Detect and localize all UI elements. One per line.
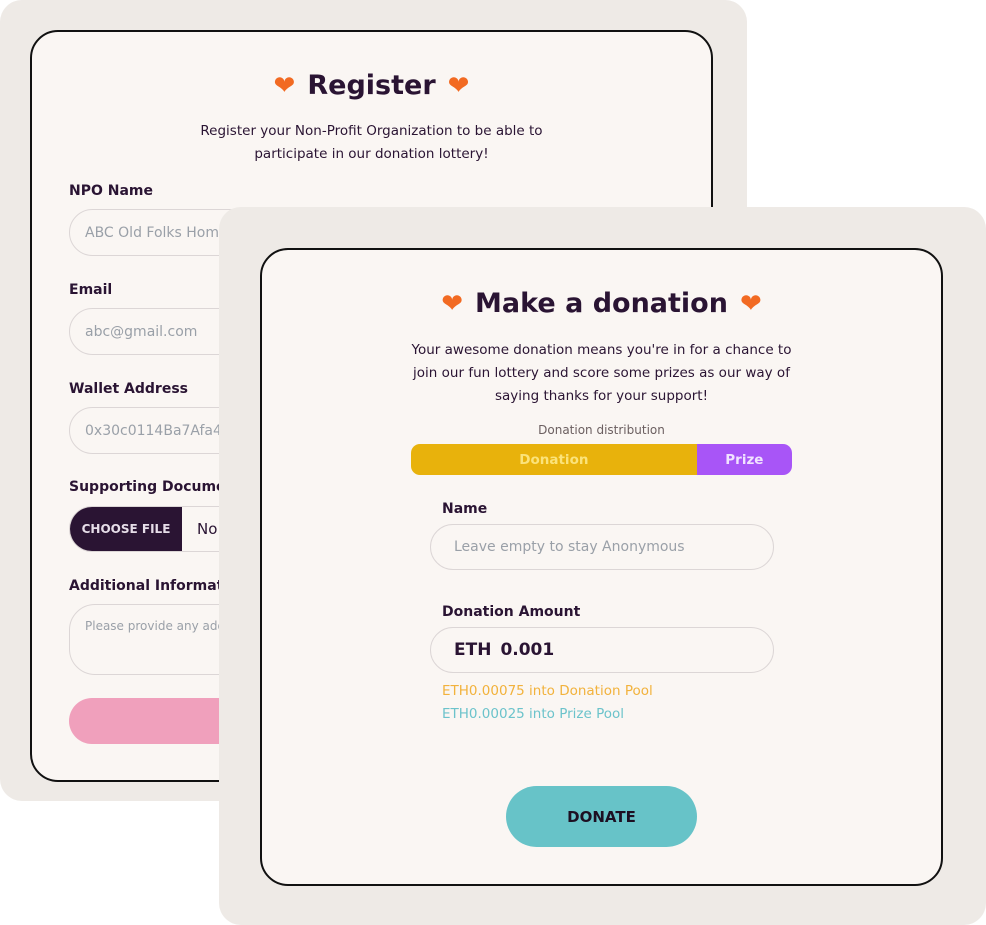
amount-label: Donation Amount xyxy=(442,604,581,620)
register-title-text: Register xyxy=(307,70,436,101)
npo-name-label: NPO Name xyxy=(69,183,153,199)
donation-title: ❤ Make a donation ❤ xyxy=(262,288,941,319)
email-label: Email xyxy=(69,282,113,298)
distribution-donation-segment: Donation xyxy=(411,444,697,475)
donation-title-text: Make a donation xyxy=(475,288,728,319)
register-title: ❤ Register ❤ xyxy=(32,70,711,101)
amount-value[interactable]: 0.001 xyxy=(500,640,554,660)
register-subtitle: Register your Non-Profit Organization to… xyxy=(200,123,543,162)
heart-icon: ❤ xyxy=(441,288,464,319)
distribution-prize-segment: Prize xyxy=(696,444,792,475)
donate-button[interactable]: DONATE xyxy=(506,786,697,847)
heart-icon: ❤ xyxy=(739,288,762,319)
name-label: Name xyxy=(442,501,488,517)
distribution-caption: Donation distribution xyxy=(538,423,665,437)
distribution-bar: Donation Prize xyxy=(411,444,792,475)
documents-label: Supporting Documer xyxy=(69,479,233,495)
donation-card: ❤ Make a donation ❤ Your awesome donatio… xyxy=(260,248,943,886)
name-input[interactable]: Leave empty to stay Anonymous xyxy=(430,524,774,570)
heart-icon: ❤ xyxy=(447,70,470,101)
file-status: No xyxy=(197,520,218,538)
choose-file-button[interactable]: CHOOSE FILE xyxy=(70,507,182,551)
currency-label: ETH xyxy=(454,640,492,660)
donation-subtitle: Your awesome donation means you're in fo… xyxy=(411,342,792,404)
amount-input[interactable]: ETH 0.001 xyxy=(430,627,774,673)
wallet-label: Wallet Address xyxy=(69,381,188,397)
prize-pool-text: ETH0.00025 into Prize Pool xyxy=(442,706,625,722)
heart-icon: ❤ xyxy=(273,70,296,101)
donation-pool-text: ETH0.00075 into Donation Pool xyxy=(442,683,653,699)
additional-info-label: Additional Informatio xyxy=(69,578,238,594)
